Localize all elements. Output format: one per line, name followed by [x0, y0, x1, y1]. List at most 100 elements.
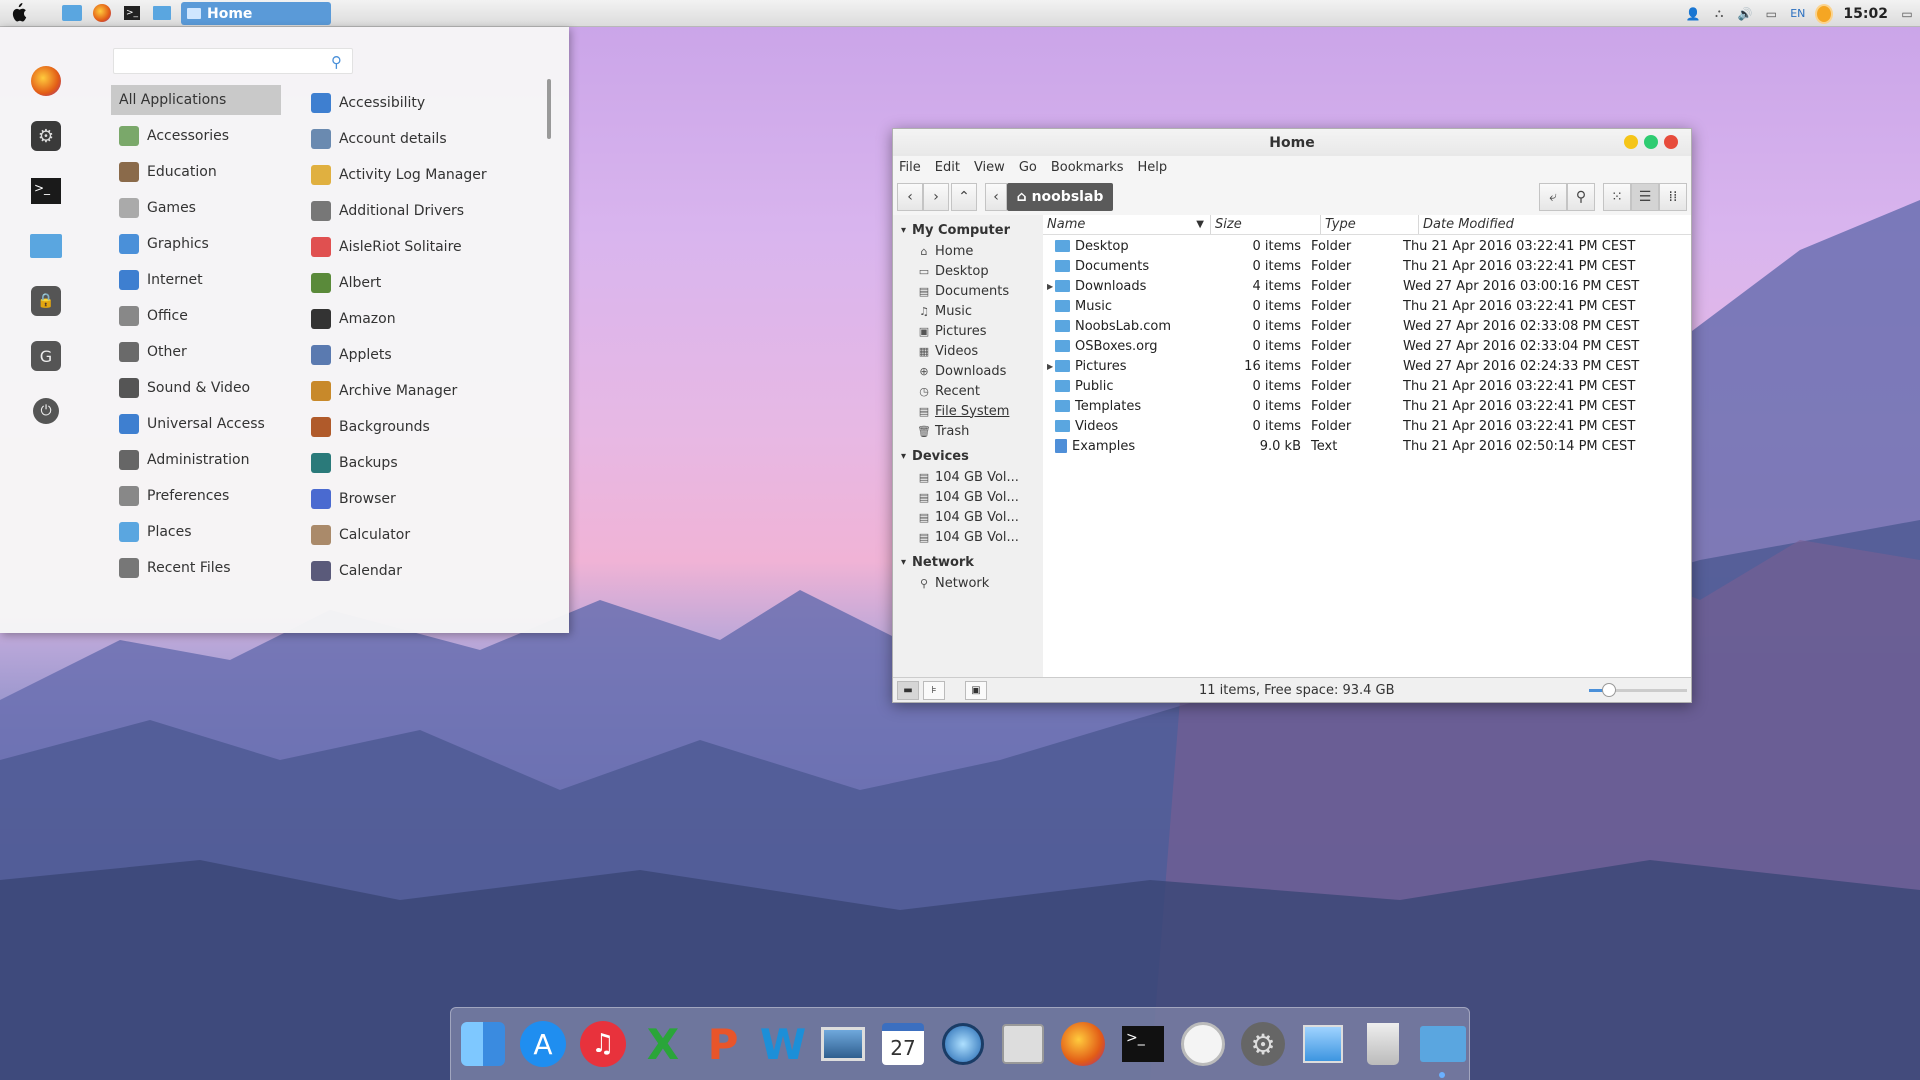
sidebar-item-104-gb-vol--2[interactable]: ▤ 104 GB Vol... [893, 507, 1043, 527]
menu-search-input[interactable]: ⚲ [113, 48, 353, 74]
presentation-dock-icon[interactable]: P [697, 1018, 749, 1070]
power-icon[interactable]: ⏻ [28, 393, 64, 429]
app-activity-log-manager[interactable]: Activity Log Manager [311, 157, 541, 193]
menu-view[interactable]: View [974, 160, 1005, 175]
menu-help[interactable]: Help [1137, 160, 1167, 175]
table-row[interactable]: Templates 0 items Folder Thu 21 Apr 2016 03… [1043, 396, 1691, 416]
system-settings-favorite-icon[interactable]: ⚙ [28, 118, 64, 154]
menu-go[interactable]: Go [1019, 160, 1037, 175]
path-button-home[interactable]: ⌂ noobslab [1007, 183, 1113, 211]
taskbar-window-home[interactable]: Home [181, 2, 331, 25]
sidebar-item-104-gb-vol--3[interactable]: ▤ 104 GB Vol... [893, 527, 1043, 547]
back-button[interactable]: ‹ [897, 183, 923, 211]
table-row[interactable]: Examples 9.0 kB Text Thu 21 Apr 2016 02:50:… [1043, 436, 1691, 456]
user-icon[interactable]: 👤 [1686, 7, 1701, 21]
app-albert[interactable]: Albert [311, 265, 541, 301]
firefox-favorite-icon[interactable] [28, 63, 64, 99]
apple-menu-icon[interactable] [6, 1, 30, 25]
network-icon[interactable]: ⛬ [1712, 6, 1726, 21]
app-account-details[interactable]: Account details [311, 121, 541, 157]
category-universal-access[interactable]: Universal Access [111, 406, 281, 442]
table-row[interactable]: ▶ Pictures 16 items Folder Wed 27 Apr 2016 0… [1043, 356, 1691, 376]
battery-icon[interactable]: ▭ [1764, 7, 1778, 21]
places-sidebar-toggle[interactable]: ▬ [897, 681, 919, 700]
trash-dock-icon[interactable] [1357, 1018, 1409, 1070]
sidebar-section-network[interactable]: ▾ Network [893, 551, 1043, 573]
forward-button[interactable]: › [923, 183, 949, 211]
category-administration[interactable]: Administration [111, 442, 281, 478]
category-preferences[interactable]: Preferences [111, 478, 281, 514]
table-row[interactable]: Documents 0 items Folder Thu 21 Apr 2016 03… [1043, 256, 1691, 276]
sidebar-item-home[interactable]: ⌂ Home [893, 241, 1043, 261]
folder-launcher-icon[interactable] [150, 1, 174, 25]
tree-sidebar-toggle[interactable]: ⊧ [923, 681, 945, 700]
zoom-slider-handle[interactable] [1601, 683, 1616, 697]
sidebar-item-pictures[interactable]: ▣ Pictures [893, 321, 1043, 341]
menu-edit[interactable]: Edit [935, 160, 960, 175]
expander-icon[interactable]: ▶ [1047, 362, 1053, 371]
sidebar-section-my-computer[interactable]: ▾ My Computer [893, 219, 1043, 241]
desktop-folder-dock-icon[interactable] [1297, 1018, 1349, 1070]
sidebar-item-104-gb-vol--0[interactable]: ▤ 104 GB Vol... [893, 467, 1043, 487]
sidebar-item-recent[interactable]: ◷ Recent [893, 381, 1043, 401]
minimize-button[interactable] [1624, 135, 1638, 149]
sidebar-item-file-system[interactable]: ▤ File System [893, 401, 1043, 421]
home-folder-dock-icon[interactable] [1417, 1018, 1469, 1078]
weather-sun-icon[interactable] [1817, 5, 1832, 22]
category-all-applications[interactable]: All Applications [111, 85, 281, 115]
category-sound-video[interactable]: Sound & Video [111, 370, 281, 406]
app-additional-drivers[interactable]: Additional Drivers [311, 193, 541, 229]
category-accessories[interactable]: Accessories [111, 118, 281, 154]
maximize-button[interactable] [1644, 135, 1658, 149]
firefox-launcher-icon[interactable] [90, 1, 114, 25]
app-archive-manager[interactable]: Archive Manager [311, 373, 541, 409]
file-manager-launcher-icon[interactable] [60, 1, 84, 25]
column-header-name[interactable]: Name ▼ [1043, 215, 1211, 234]
app-backgrounds[interactable]: Backgrounds [311, 409, 541, 445]
category-graphics[interactable]: Graphics [111, 226, 281, 262]
spreadsheet-dock-icon[interactable]: X [637, 1018, 689, 1070]
writer-dock-icon[interactable]: W [757, 1018, 809, 1070]
show-desktop-icon[interactable]: ▭ [1900, 7, 1914, 21]
files-favorite-icon[interactable] [28, 228, 64, 264]
app-accessibility[interactable]: Accessibility [311, 85, 541, 121]
table-row[interactable]: NoobsLab.com 0 items Folder Wed 27 Apr 2016… [1043, 316, 1691, 336]
app-amazon[interactable]: Amazon [311, 301, 541, 337]
keyboard-layout[interactable]: EN [1790, 7, 1805, 20]
column-header-size[interactable]: Size [1211, 215, 1321, 234]
sidebar-item-downloads[interactable]: ⊕ Downloads [893, 361, 1043, 381]
lock-screen-icon[interactable]: 🔒 [28, 283, 64, 319]
mixer-dock-icon[interactable] [997, 1018, 1049, 1070]
finder-dock-icon[interactable] [457, 1018, 509, 1070]
close-button[interactable] [1664, 135, 1678, 149]
sidebar-section-devices[interactable]: ▾ Devices [893, 445, 1043, 467]
terminal-launcher-icon[interactable]: >_ [120, 1, 144, 25]
terminal-favorite-icon[interactable]: >_ [28, 173, 64, 209]
table-row[interactable]: OSBoxes.org 0 items Folder Wed 27 Apr 2016 … [1043, 336, 1691, 356]
toggle-location-button[interactable]: ⤶ [1539, 183, 1567, 211]
table-row[interactable]: Music 0 items Folder Thu 21 Apr 2016 03:22:… [1043, 296, 1691, 316]
column-header-date[interactable]: Date Modified [1419, 215, 1691, 234]
sidebar-item-trash[interactable]: 🗑 Trash [893, 421, 1043, 441]
window-titlebar[interactable]: Home [893, 129, 1691, 156]
category-places[interactable]: Places [111, 514, 281, 550]
sidebar-item-videos[interactable]: ▦ Videos [893, 341, 1043, 361]
sidebar-item-104-gb-vol--1[interactable]: ▤ 104 GB Vol... [893, 487, 1043, 507]
app-aisleriot-solitaire[interactable]: AisleRiot Solitaire [311, 229, 541, 265]
menu-file[interactable]: File [899, 160, 921, 175]
up-button[interactable]: ⌃ [951, 183, 977, 211]
app-browser[interactable]: Browser [311, 481, 541, 517]
logout-icon[interactable]: G [28, 338, 64, 374]
category-internet[interactable]: Internet [111, 262, 281, 298]
menu-bookmarks[interactable]: Bookmarks [1051, 160, 1124, 175]
app-calculator[interactable]: Calculator [311, 517, 541, 553]
calendar-dock-icon[interactable]: 27 [877, 1018, 929, 1070]
sidebar-item-desktop[interactable]: ▭ Desktop [893, 261, 1043, 281]
category-other[interactable]: Other [111, 334, 281, 370]
category-recent-files[interactable]: Recent Files [111, 550, 281, 586]
hide-sidebar-toggle[interactable]: ▣ [965, 681, 987, 700]
search-dock-icon[interactable] [937, 1018, 989, 1070]
category-office[interactable]: Office [111, 298, 281, 334]
clock[interactable]: 15:02 [1843, 6, 1888, 22]
sidebar-item-music[interactable]: ♫ Music [893, 301, 1043, 321]
